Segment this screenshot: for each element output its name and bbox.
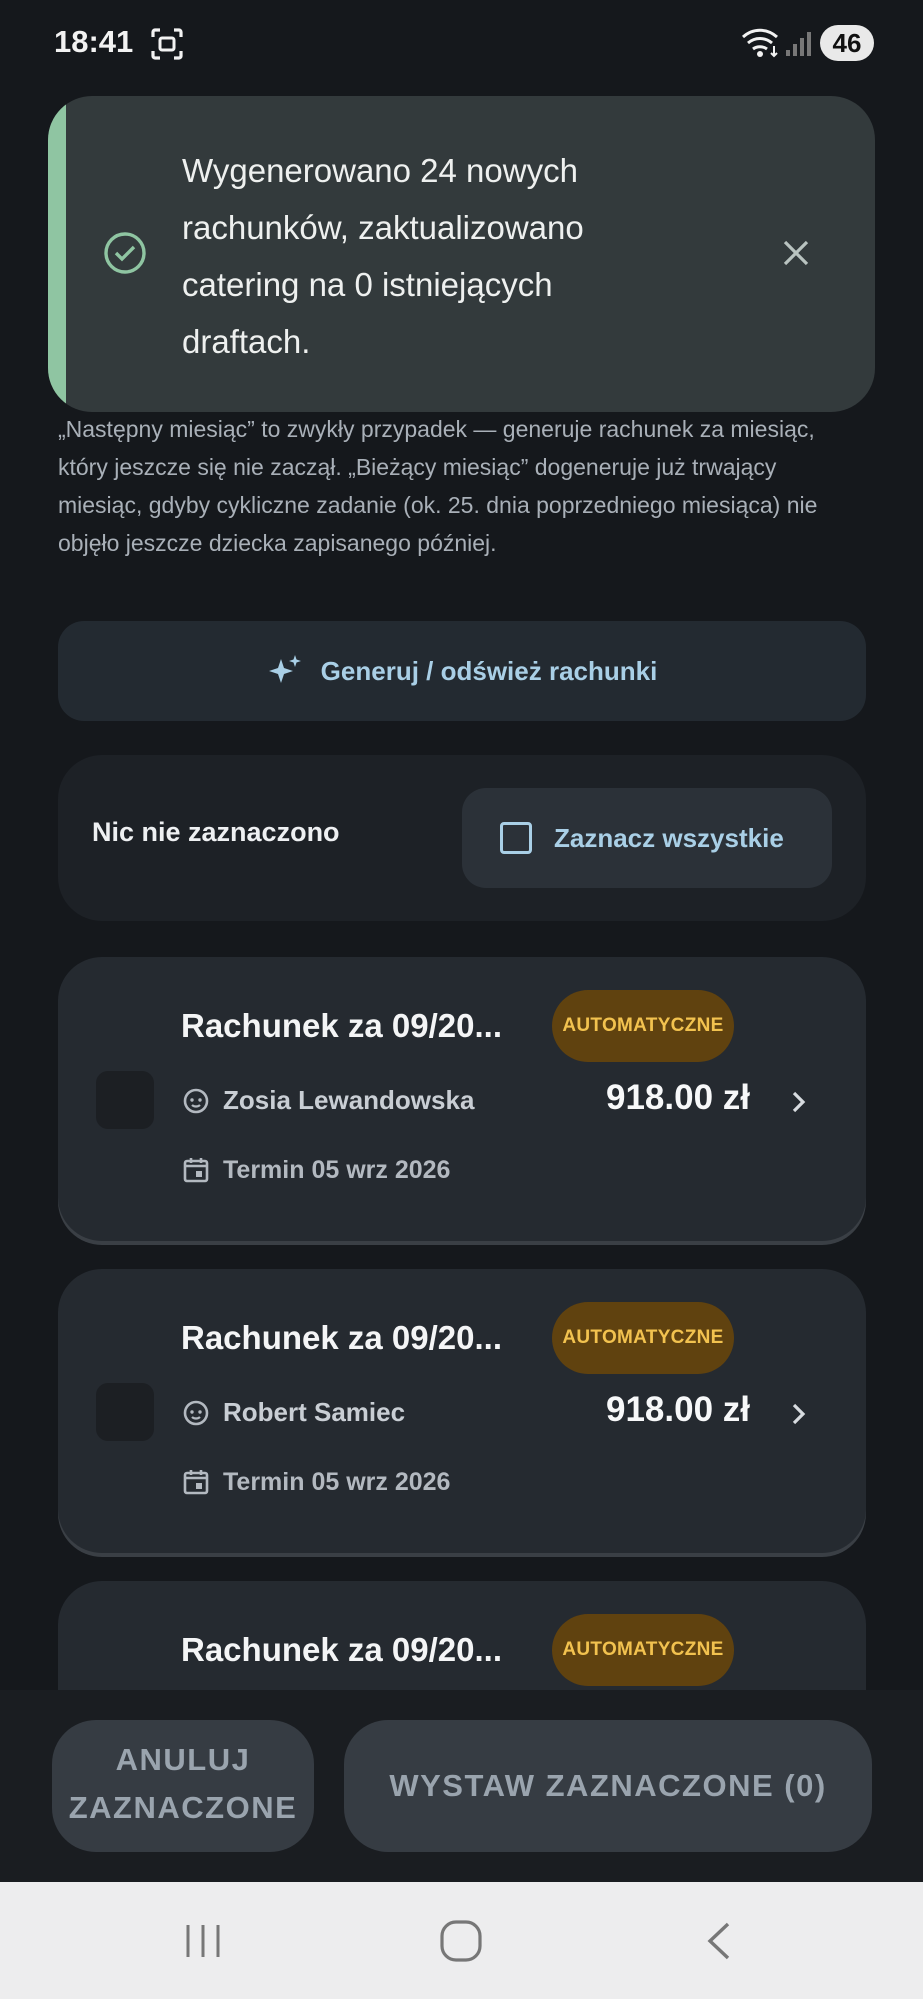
battery-indicator: 46 [820, 25, 874, 61]
invoice-title: Rachunek za 09/20... [181, 1007, 502, 1044]
wifi-icon [741, 28, 779, 58]
cancel-selected-label-line1: ANULUJ [115, 1742, 251, 1777]
status-badge: AUTOMATYCZNE [552, 1302, 734, 1374]
toast-accent-bar [48, 96, 66, 412]
check-circle-icon [104, 232, 146, 274]
cancel-selected-button[interactable]: ANULUJ ZAZNACZONE [52, 1720, 314, 1852]
toast-message: Wygenerowano 24 nowych rachunków, zaktua… [182, 152, 584, 360]
invoice-checkbox[interactable] [96, 1383, 154, 1441]
invoice-checkbox[interactable] [96, 1071, 154, 1129]
status-badge: AUTOMATYCZNE [552, 1614, 734, 1686]
issue-selected-button[interactable]: WYSTAW ZAZNACZONE (0) [344, 1720, 872, 1852]
child-face-icon [183, 1088, 209, 1113]
back-icon[interactable] [704, 1920, 734, 1962]
selection-bar: Nic nie zaznaczono Zaznacz wszystkie [58, 755, 866, 921]
invoice-due: Termin 05 wrz 2026 [181, 1467, 450, 1497]
screenshot-icon [151, 28, 183, 60]
select-all-checkbox[interactable] [500, 822, 532, 854]
app-screen: 18:41 46 „Następny miesiąc” to zwykły pr… [0, 0, 923, 1999]
system-nav-bar [0, 1882, 923, 1999]
close-icon[interactable] [776, 233, 816, 273]
calendar-icon [183, 1158, 209, 1183]
invoice-card[interactable]: Rachunek za 09/20... AUTOMATYCZNE Zosia … [58, 957, 866, 1241]
invoice-child: Robert Samiec [181, 1397, 405, 1428]
selection-status: Nic nie zaznaczono [92, 817, 340, 847]
invoice-due: Termin 05 wrz 2026 [181, 1155, 450, 1185]
home-icon[interactable] [438, 1918, 484, 1964]
calendar-icon [183, 1470, 209, 1495]
generation-description: „Następny miesiąc” to zwykły przypadek —… [58, 416, 818, 556]
invoice-amount: 918.00 zł [606, 1390, 750, 1429]
sparkles-icon [268, 655, 301, 683]
signal-icon [786, 32, 811, 56]
invoice-amount: 918.00 zł [606, 1078, 750, 1117]
select-all-button[interactable]: Zaznacz wszystkie [462, 788, 832, 888]
status-badge: AUTOMATYCZNE [552, 990, 734, 1062]
chevron-right-icon [792, 1091, 806, 1113]
success-toast: Wygenerowano 24 nowych rachunków, zaktua… [48, 96, 875, 412]
status-bar: 18:41 46 [0, 0, 923, 88]
due-date: Termin 05 wrz 2026 [223, 1467, 451, 1496]
invoice-card[interactable]: Rachunek za 09/20... AUTOMATYCZNE Robert… [58, 1269, 866, 1553]
invoice-child: Zosia Lewandowska [181, 1085, 474, 1116]
child-face-icon [183, 1400, 209, 1425]
bottom-action-bar: ANULUJ ZAZNACZONE WYSTAW ZAZNACZONE (0) [0, 1690, 923, 1882]
generate-invoices-button[interactable]: Generuj / odśwież rachunki [58, 621, 866, 721]
generate-invoices-label: Generuj / odśwież rachunki [320, 655, 658, 686]
due-date: Termin 05 wrz 2026 [223, 1155, 451, 1184]
invoice-title: Rachunek za 09/20... [181, 1319, 502, 1356]
recent-apps-icon[interactable] [180, 1922, 226, 1960]
child-name: Zosia Lewandowska [223, 1085, 475, 1115]
status-time: 18:41 [54, 24, 134, 59]
chevron-right-icon [792, 1403, 806, 1425]
select-all-label: Zaznacz wszystkie [554, 822, 784, 853]
cancel-selected-label-line2: ZAZNACZONE [68, 1790, 298, 1825]
child-name: Robert Samiec [223, 1397, 406, 1427]
invoice-title: Rachunek za 09/20... [181, 1631, 502, 1668]
